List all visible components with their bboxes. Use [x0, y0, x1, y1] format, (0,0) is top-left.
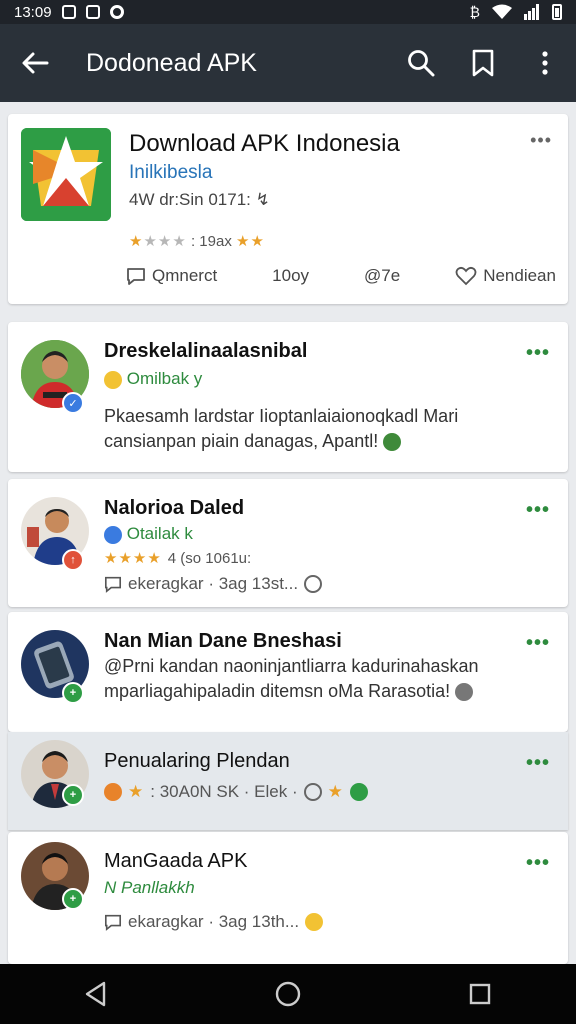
stars-icon: ★★	[236, 233, 265, 250]
post-subtitle: N Panllakkh	[104, 878, 195, 897]
post-author: ManGaada APK	[104, 850, 248, 872]
search-icon	[408, 50, 435, 77]
stars-icon: ★★★★	[104, 550, 162, 567]
comment-label: Qmnerct	[152, 266, 218, 285]
back-button[interactable]	[0, 24, 70, 102]
battery-icon	[552, 4, 562, 20]
post-author: Dreskelalinaalasnibal	[104, 340, 308, 362]
post-meta-text: : 30A0N SK · Elek ·	[150, 782, 298, 801]
rating-row: ★★★★ : 19ax ★★	[129, 232, 265, 250]
info-icon	[455, 683, 474, 702]
app-meta: 4W dr:Sin 0171: ↯	[129, 190, 270, 209]
more-options-icon[interactable]: •••	[526, 852, 550, 875]
search-button[interactable]	[390, 24, 452, 102]
app-logo	[21, 128, 111, 221]
overflow-menu-button[interactable]	[514, 24, 576, 102]
gallery-notification-icon	[61, 5, 76, 19]
heart-icon	[455, 266, 477, 286]
comment-icon	[104, 914, 122, 931]
status-right: ₿	[470, 4, 562, 20]
triangle-back-icon	[85, 981, 106, 1007]
more-options-icon[interactable]: •••	[526, 342, 550, 365]
nav-recents-button[interactable]	[450, 964, 510, 1024]
list-item[interactable]: ↑ Nalorioa Daled Otailak k ★★★★ 4 (so 106…	[8, 479, 568, 607]
post-author: Nalorioa Daled	[104, 497, 245, 519]
vibrate-icon: ₿	[469, 4, 480, 20]
help-icon	[303, 783, 322, 801]
plus-icon: +	[62, 784, 84, 806]
post-subtitle: Omilbak y	[104, 369, 202, 389]
developer-link[interactable]: Inilkibesla	[129, 162, 212, 184]
post-sub-text: Otailak k	[126, 524, 193, 543]
post-sub-text: Omilbak y	[126, 369, 203, 388]
status-bar: 13:09 ₿	[0, 0, 576, 24]
post-body: Pkaesamh lardstar Iioptanlaiaionoqkadl M…	[104, 404, 554, 454]
bookmark-button[interactable]	[452, 24, 514, 102]
status-left: 13:09	[14, 4, 124, 21]
comment-icon	[104, 576, 122, 593]
reaction-icon	[304, 575, 323, 593]
comment-button[interactable]: Qmnerct	[126, 266, 217, 286]
list-item-highlighted[interactable]: + Penualaring Plendan ★ : 30A0N SK · Ele…	[8, 732, 568, 830]
star-rating-icon: ★★★★	[129, 233, 187, 250]
more-vert-icon	[542, 51, 548, 75]
status-time: 13:09	[14, 3, 52, 21]
post-meta-text: ekaragkar · 3ag 13th...	[128, 912, 300, 931]
globe-icon	[104, 525, 122, 544]
post-meta-text: ekeragkar · 3ag 13st...	[128, 574, 299, 593]
like-label: Nendiean	[483, 266, 556, 285]
sync-notification-icon	[109, 5, 124, 19]
nav-home-button[interactable]	[258, 964, 318, 1024]
more-options-icon[interactable]: •••	[526, 752, 550, 775]
arrow-left-icon	[22, 52, 49, 74]
app-bar: Dodonead APK	[0, 24, 576, 102]
hero-actions: Qmnerct 10oy @7e Nendiean	[126, 266, 556, 286]
check-icon	[349, 783, 368, 801]
post-meta: ekeragkar · 3ag 13st...	[104, 574, 323, 594]
sparkle-icon: ★	[327, 782, 344, 801]
count-label: 10oy	[272, 266, 310, 285]
post-body-text: Pkaesamh lardstar Iioptanlaiaionoqkadl M…	[104, 406, 459, 451]
bookmark-icon	[472, 49, 494, 77]
post-meta: ★ : 30A0N SK · Elek · ★	[104, 782, 368, 802]
post-author: Nan Mian Dane Bneshasi	[104, 630, 342, 652]
like-button[interactable]: Nendiean	[455, 266, 556, 286]
badge-icon: ↑	[62, 549, 84, 571]
verified-icon: ✓	[62, 392, 84, 414]
rating-row: ★★★★ 4 (so 1061u:	[104, 549, 252, 568]
plus-icon: +	[62, 682, 84, 704]
system-nav-bar	[0, 964, 576, 1024]
rating-count: : 19ax	[190, 233, 232, 250]
circle-home-icon	[275, 981, 301, 1007]
post-author: Penualaring Plendan	[104, 750, 290, 772]
more-options-icon[interactable]: •••	[526, 632, 550, 655]
smile-icon	[104, 370, 122, 389]
star-icon: ★	[128, 782, 145, 801]
post-subtitle: Otailak k	[104, 524, 193, 544]
views-button[interactable]: @7e	[364, 266, 400, 286]
square-recents-icon	[469, 983, 491, 1005]
smile-icon	[305, 913, 324, 931]
more-options-icon[interactable]: •••	[526, 499, 550, 522]
featured-app-card[interactable]: Download APK Indonesia Inilkibesla 4W dr…	[8, 114, 568, 304]
app-name: Download APK Indonesia	[129, 130, 400, 157]
post-body-text: @Prni kandan naoninjantliarra kadurinaha…	[104, 656, 479, 701]
list-item[interactable]: + ManGaada APK N Panllakkh ekaragkar · 3…	[8, 832, 568, 964]
app-title: Dodonead APK	[86, 48, 257, 77]
comment-icon	[127, 268, 145, 285]
wifi-icon	[492, 4, 512, 19]
list-item[interactable]: ✓ Dreskelalinaalasnibal Omilbak y Pkaesa…	[8, 322, 568, 472]
rating-text: 4 (so 1061u:	[167, 549, 252, 567]
emoji-icon	[383, 433, 402, 452]
signal-icon	[524, 4, 539, 20]
post-meta: ekaragkar · 3ag 13th...	[104, 912, 324, 932]
nav-back-button[interactable]	[66, 964, 126, 1024]
checkbox-notification-icon	[85, 5, 100, 19]
list-item[interactable]: + Nan Mian Dane Bneshasi @Prni kandan na…	[8, 612, 568, 732]
more-options-icon[interactable]: •••	[530, 130, 552, 151]
post-body: @Prni kandan naoninjantliarra kadurinaha…	[104, 654, 554, 704]
badge-icon	[104, 783, 122, 801]
plus-icon: +	[62, 888, 84, 910]
